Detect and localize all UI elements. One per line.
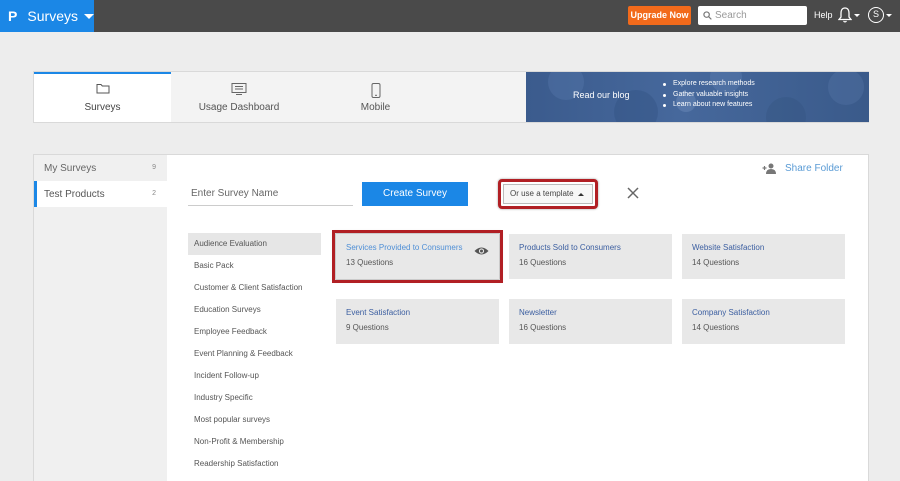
share-folder-label: Share Folder	[785, 163, 843, 174]
tabs-filler	[444, 72, 526, 122]
category-item[interactable]: Readership Satisfaction	[188, 453, 321, 475]
tab-mobile[interactable]: Mobile	[307, 72, 444, 122]
template-title: Website Satisfaction	[692, 243, 765, 252]
category-item[interactable]: Education Surveys	[188, 299, 321, 321]
category-item[interactable]: Most popular surveys	[188, 409, 321, 431]
template-question-count: 9 Questions	[346, 323, 389, 332]
template-question-count: 13 Questions	[346, 258, 394, 267]
template-card-event-satisfaction[interactable]: Event Satisfaction 9 Questions	[336, 299, 499, 344]
survey-name-input[interactable]	[188, 182, 353, 206]
chevron-up-icon	[578, 193, 584, 196]
dashboard-icon	[231, 83, 247, 95]
category-item[interactable]: Event Planning & Feedback	[188, 343, 321, 365]
tabs-bar: Surveys Usage Dashboard Mobile Read our …	[33, 71, 869, 123]
tab-label: Surveys	[84, 102, 121, 113]
template-title: Company Satisfaction	[692, 308, 770, 317]
list-item: Learn about new features	[663, 100, 755, 111]
chevron-down-icon	[854, 13, 860, 17]
sidebar-item-label: Test Products	[44, 189, 105, 200]
share-folder-button[interactable]: Share Folder	[762, 163, 843, 174]
mobile-icon	[371, 83, 380, 98]
blog-banner[interactable]: Read our blog Explore research methods G…	[526, 72, 869, 122]
category-item[interactable]: Audience Evaluation	[188, 233, 321, 255]
list-item: Explore research methods	[663, 79, 755, 90]
category-item[interactable]: Basic Pack	[188, 255, 321, 277]
bell-icon	[838, 7, 852, 23]
use-template-dropdown[interactable]: Or use a template	[498, 179, 598, 209]
main-panel: My Surveys 9 Test Products 2 Share Folde…	[33, 154, 869, 481]
template-dropdown-label: Or use a template	[503, 184, 593, 204]
template-card-services-provided[interactable]: Services Provided to Consumers 13 Questi…	[332, 230, 503, 283]
template-question-count: 14 Questions	[692, 258, 740, 267]
create-survey-button[interactable]: Create Survey	[362, 182, 468, 206]
avatar: S	[868, 7, 884, 23]
user-menu[interactable]: S	[868, 7, 892, 23]
add-person-icon	[762, 163, 776, 174]
app-title: Surveys	[27, 8, 78, 24]
category-item[interactable]: Employee Feedback	[188, 321, 321, 343]
eye-icon[interactable]	[474, 246, 489, 256]
template-title: Services Provided to Consumers	[346, 243, 463, 252]
category-item[interactable]: Incident Follow-up	[188, 365, 321, 387]
sidebar-item-test-products[interactable]: Test Products 2	[34, 181, 167, 207]
template-card-products-sold[interactable]: Products Sold to Consumers 16 Questions	[509, 234, 672, 279]
list-item: Gather valuable insights	[663, 90, 755, 101]
sidebar-item-count: 2	[152, 190, 156, 197]
folder-icon	[96, 84, 109, 94]
sidebar-item-my-surveys[interactable]: My Surveys 9	[34, 155, 167, 181]
app-logo: P	[8, 8, 18, 24]
template-categories: Audience Evaluation Basic Pack Customer …	[188, 233, 321, 475]
read-blog-link[interactable]: Read our blog	[573, 90, 630, 100]
template-question-count: 16 Questions	[519, 258, 567, 267]
template-question-count: 14 Questions	[692, 323, 740, 332]
category-item[interactable]: Non-Profit & Membership	[188, 431, 321, 453]
category-item[interactable]: Industry Specific	[188, 387, 321, 409]
sidebar-item-count: 9	[152, 164, 156, 171]
chevron-down-icon	[886, 13, 892, 17]
search-icon	[703, 11, 712, 20]
folder-sidebar: My Surveys 9 Test Products 2	[34, 155, 167, 481]
tab-label: Usage Dashboard	[198, 102, 280, 113]
close-icon[interactable]	[626, 186, 640, 200]
top-navigation-bar: P Surveys Upgrade Now Help S	[0, 0, 900, 32]
template-title: Newsletter	[519, 308, 557, 317]
search-input[interactable]	[715, 10, 800, 21]
template-title: Event Satisfaction	[346, 308, 411, 317]
search-box[interactable]	[698, 6, 807, 25]
tab-label: Mobile	[360, 102, 391, 113]
help-link[interactable]: Help	[814, 10, 833, 20]
template-card-newsletter[interactable]: Newsletter 16 Questions	[509, 299, 672, 344]
tab-usage-dashboard[interactable]: Usage Dashboard	[171, 72, 307, 122]
template-card-company-satisfaction[interactable]: Company Satisfaction 14 Questions	[682, 299, 845, 344]
sidebar-item-label: My Surveys	[44, 163, 97, 174]
category-item[interactable]: Customer & Client Satisfaction	[188, 277, 321, 299]
template-card-website-satisfaction[interactable]: Website Satisfaction 14 Questions	[682, 234, 845, 279]
notifications-button[interactable]	[838, 7, 860, 23]
upgrade-now-button[interactable]: Upgrade Now	[628, 6, 691, 25]
blog-bullets: Explore research methods Gather valuable…	[663, 79, 755, 111]
template-title: Products Sold to Consumers	[519, 243, 621, 252]
tab-surveys[interactable]: Surveys	[34, 72, 171, 122]
chevron-down-icon	[84, 13, 94, 19]
template-question-count: 16 Questions	[519, 323, 567, 332]
app-switcher[interactable]: P Surveys	[0, 0, 94, 32]
template-dropdown-text: Or use a template	[510, 189, 574, 198]
